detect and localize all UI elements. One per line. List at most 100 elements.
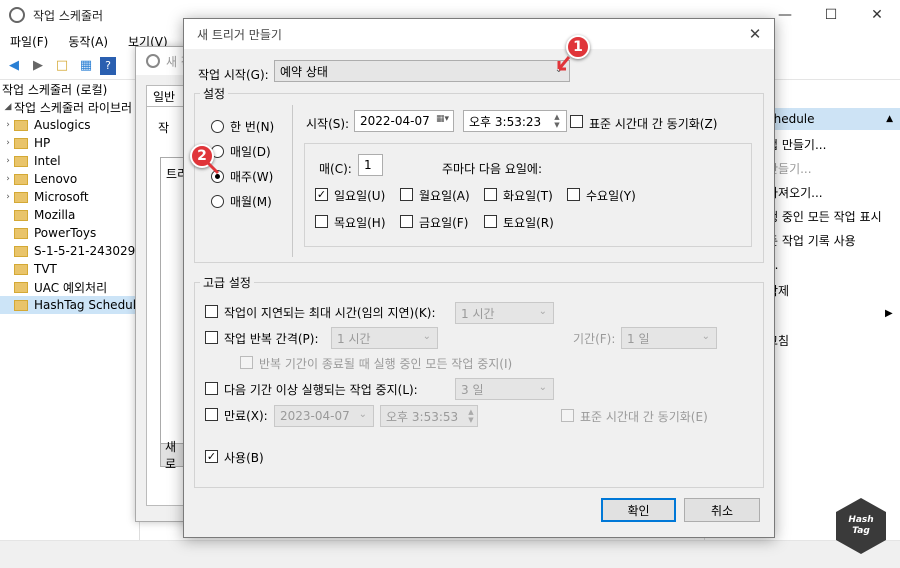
folder-icon [14,299,28,311]
new-trigger-button[interactable]: 새로 [160,440,184,471]
repeat-select[interactable]: 1 시간 ⌄ [331,327,438,349]
enabled-checkbox[interactable]: ✓ [205,450,218,463]
stop-at-end-label: 반복 기간이 종료될 때 실행 중인 모든 작업 중지(I) [259,357,513,371]
tree-folder[interactable]: › Lenovo [0,170,139,188]
day-mon-label: 월요일(A) [419,189,470,203]
folder-up-icon[interactable]: □ [52,56,72,76]
action-item[interactable]: 가져오기... [767,184,823,201]
forward-icon[interactable]: ▶ [28,56,48,76]
start-task-label: 작업 시작(G): [198,68,269,82]
tree-folder-selected[interactable]: HashTag Schedule [0,296,139,314]
action-item[interactable]: 업 만들기... [767,136,826,153]
calendar-icon[interactable]: ▦▾ [436,114,449,124]
day-tue-checkbox[interactable] [484,188,497,201]
radio-daily-label: 매일(D) [230,145,271,159]
tree-folder[interactable]: PowerToys [0,224,139,242]
folder-icon [14,155,28,167]
chevron-right-icon[interactable]: › [2,174,14,184]
radio-once-label: 한 번(N) [230,120,275,134]
new-trigger-dialog: 새 트리거 만들기 ✕ 작업 시작(G): 예약 상태 ⌄ 설정 한 번(N) … [183,18,775,538]
tree-folder[interactable]: UAC 예외처리 [0,278,139,296]
repeat-checkbox[interactable] [205,331,218,344]
close-button[interactable]: ✕ [854,0,900,30]
delay-checkbox[interactable] [205,305,218,318]
radio-monthly-label: 매월(M) [230,195,272,209]
day-tue-label: 화요일(T) [503,189,553,203]
tree-folder[interactable]: › Auslogics [0,116,139,134]
expire-checkbox[interactable] [205,408,218,421]
day-thu-checkbox[interactable] [315,215,328,228]
chevron-down-icon: ⌄ [538,382,547,393]
settings-title: 설정 [200,85,229,102]
settings-divider [292,105,293,257]
chevron-down-icon[interactable]: ◢ [2,102,14,112]
advanced-title: 고급 설정 [200,274,254,291]
pane-label: 작 [158,121,170,135]
tree-root[interactable]: 작업 스케줄러 (로컬) [0,80,139,98]
collapse-icon[interactable]: ▲ [886,114,893,124]
status-bar [0,540,900,568]
tree-folder[interactable]: Mozilla [0,206,139,224]
chevron-right-icon[interactable]: › [2,156,14,166]
clock-icon [146,54,160,68]
chevron-right-icon[interactable]: › [2,192,14,202]
back-icon[interactable]: ◀ [4,56,24,76]
trigger-list[interactable] [160,157,184,457]
expire-sync-label: 표준 시간대 간 동기화(E) [580,410,708,424]
time-spinner-icon[interactable]: ▲ ▼ [465,407,477,425]
expire-sync-checkbox[interactable] [561,409,574,422]
chevron-down-icon: ⌄ [538,306,547,317]
radio-once[interactable] [211,120,224,133]
clock-icon [9,7,25,23]
menu-file[interactable]: 파일(F) [0,33,58,50]
folder-icon [14,191,28,203]
cancel-button[interactable]: 취소 [684,498,760,522]
dialog-title: 새 트리거 만들기 [197,27,282,42]
dialog-close-button[interactable]: ✕ [744,23,766,45]
window-title: 작업 스케줄러 [33,8,104,23]
help-icon[interactable]: ? [100,56,116,75]
day-sun-checkbox[interactable]: ✓ [315,188,328,201]
tree-folder[interactable]: › HP [0,134,139,152]
day-wed-label: 수요일(Y) [586,189,636,203]
sync-timezone-label: 표준 시간대 간 동기화(Z) [589,117,718,131]
day-thu-label: 목요일(H) [334,216,386,230]
callout-arrow-icon [206,161,220,175]
time-spinner-icon[interactable]: ▲ ▼ [551,112,563,130]
tree-folder[interactable]: TVT [0,260,139,278]
start-date-picker[interactable]: 2022-04-07 ▦▾ [354,110,454,132]
chevron-right-icon[interactable]: › [2,138,14,148]
chevron-right-icon[interactable]: › [2,120,14,130]
expire-date-picker[interactable]: 2023-04-07 ⌄ [274,405,374,427]
tree-folder[interactable]: › Intel [0,152,139,170]
action-item[interactable]: 든 작업 기록 사용 [767,232,856,249]
show-hide-icon[interactable]: ▦ [76,56,96,76]
tree-library[interactable]: ◢ 작업 스케줄러 라이브러 [0,98,139,116]
stop-longer-checkbox[interactable] [205,382,218,395]
tree-folder[interactable]: › Microsoft [0,188,139,206]
day-sat-label: 토요일(R) [503,216,554,230]
every-label: 매(C): [319,162,352,176]
stop-longer-select[interactable]: 3 일 ⌄ [455,378,554,400]
tree-folder[interactable]: S-1-5-21-2430291 [0,242,139,260]
action-item[interactable]: 행 중인 모든 작업 표시 [767,208,882,225]
radio-monthly[interactable] [211,195,224,208]
day-sat-checkbox[interactable] [484,215,497,228]
duration-select[interactable]: 1 일 ⌄ [621,327,717,349]
day-fri-checkbox[interactable] [400,215,413,228]
ok-button[interactable]: 확인 [601,498,676,522]
day-fri-label: 금요일(F) [419,216,469,230]
maximize-button[interactable]: ☐ [808,0,854,30]
expire-time-field[interactable]: 오후 3:53:53 [380,405,478,427]
day-sun-label: 일요일(U) [334,189,386,203]
enabled-label: 사용(B) [224,451,264,465]
sync-timezone-checkbox[interactable] [570,115,583,128]
submenu-arrow-icon[interactable]: ▶ [885,308,893,319]
menu-action[interactable]: 동작(A) [58,33,118,50]
day-mon-checkbox[interactable] [400,188,413,201]
delay-select[interactable]: 1 시간 ⌄ [455,302,554,324]
start-task-select[interactable]: 예약 상태 ⌄ [274,60,570,82]
stop-at-end-checkbox[interactable] [240,356,253,369]
day-wed-checkbox[interactable] [567,188,580,201]
every-weeks-input[interactable]: 1 [358,154,383,176]
